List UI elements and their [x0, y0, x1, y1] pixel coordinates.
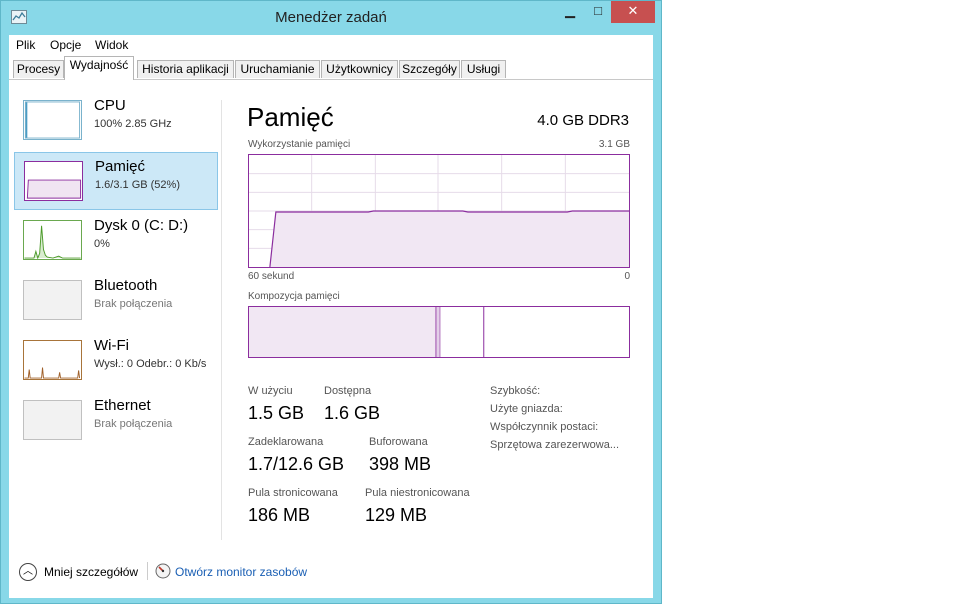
- form-factor-label: Współczynnik postaci:: [490, 421, 599, 433]
- sidebar-item-detail: 100% 2.85 GHz: [94, 118, 172, 130]
- sidebar-item-detail: Wysł.: 0 Odebr.: 0 Kb/s: [94, 358, 207, 370]
- composition-label: Kompozycja pamięci: [248, 291, 340, 302]
- tab-historia-aplikacji[interactable]: Historia aplikacji: [137, 60, 234, 78]
- sidebar-item-detail: 1.6/3.1 GB (52%): [95, 179, 180, 191]
- usage-graph-label: Wykorzystanie pamięci: [248, 139, 351, 150]
- committed-value: 1.7/12.6 GB: [248, 454, 345, 474]
- fewer-details-button[interactable]: Mniej szczegółów: [44, 565, 138, 579]
- maximize-button[interactable]: □: [585, 1, 611, 23]
- tab-wydajnosc[interactable]: Wydajność: [64, 56, 134, 80]
- sidebar-item-bluetooth[interactable]: Bluetooth Brak połączenia: [14, 272, 218, 330]
- sidebar-divider: [221, 100, 222, 540]
- available-label: Dostępna: [324, 385, 372, 397]
- cached-value: 398 MB: [369, 454, 432, 474]
- speed-label: Szybkość:: [490, 385, 541, 397]
- sidebar-item-memory[interactable]: Pamięć 1.6/3.1 GB (52%): [14, 152, 218, 210]
- cached-label: Buforowana: [369, 436, 428, 448]
- menu-widok[interactable]: Widok: [95, 38, 128, 52]
- time-axis-end: 0: [624, 271, 630, 282]
- available-value: 1.6 GB: [324, 403, 381, 423]
- paged-pool-value: 186 MB: [248, 505, 311, 525]
- tab-szczegoly[interactable]: Szczegóły: [399, 60, 460, 78]
- sidebar-item-ethernet[interactable]: Ethernet Brak połączenia: [14, 392, 218, 450]
- sidebar-item-label: Bluetooth: [94, 277, 158, 294]
- sidebar-item-detail: Brak połączenia: [94, 298, 173, 310]
- sidebar-item-label: CPU: [94, 97, 126, 114]
- usage-graph-max: 3.1 GB: [598, 139, 630, 150]
- ethernet-graph-icon: [23, 400, 82, 440]
- tab-procesy[interactable]: Procesy: [13, 60, 64, 78]
- bluetooth-graph-icon: [23, 280, 82, 320]
- resource-monitor-icon[interactable]: [155, 563, 171, 579]
- time-axis-start: 60 sekund: [248, 271, 295, 282]
- performance-content: CPU 100% 2.85 GHz Pamięć 1.6/3.1 GB (52%…: [9, 80, 653, 550]
- memory-usage-graph: [248, 154, 630, 268]
- hardware-reserved-label: Sprzętowa zarezerwowa...: [490, 439, 619, 451]
- memory-graph-icon: [24, 161, 83, 201]
- tab-uslugi[interactable]: Usługi: [461, 60, 506, 78]
- minimize-button[interactable]: ▁: [557, 1, 583, 23]
- chevron-up-icon[interactable]: ︿: [19, 563, 37, 581]
- slots-used-label: Użyte gniazda:: [490, 403, 563, 415]
- tab-uzytkownicy[interactable]: Użytkownicy: [321, 60, 398, 78]
- page-title: Pamięć: [247, 102, 334, 132]
- title-bar[interactable]: Menedżer zadań ▁ □ ✕: [1, 1, 661, 35]
- in-use-label: W użyciu: [248, 385, 293, 397]
- nonpaged-pool-value: 129 MB: [365, 505, 428, 525]
- tab-uruchamianie[interactable]: Uruchamianie: [235, 60, 320, 78]
- sidebar-item-wifi[interactable]: Wi-Fi Wysł.: 0 Odebr.: 0 Kb/s: [14, 332, 218, 390]
- committed-label: Zadeklarowana: [248, 436, 324, 448]
- memory-spec: 4.0 GB DDR3: [537, 112, 629, 129]
- wifi-graph-icon: [23, 340, 82, 380]
- sidebar-item-cpu[interactable]: CPU 100% 2.85 GHz: [14, 92, 218, 150]
- open-resource-monitor-link[interactable]: Otwórz monitor zasobów: [175, 565, 307, 579]
- task-manager-window: Menedżer zadań ▁ □ ✕ Plik Opcje Widok Pr…: [0, 0, 662, 604]
- sidebar-item-label: Pamięć: [95, 158, 146, 175]
- cpu-graph-icon: [23, 100, 82, 140]
- menu-plik[interactable]: Plik: [16, 38, 35, 52]
- paged-pool-label: Pula stronicowana: [248, 487, 338, 499]
- footer-divider: [147, 562, 148, 580]
- nonpaged-pool-label: Pula niestronicowana: [365, 487, 470, 499]
- in-use-value: 1.5 GB: [248, 403, 305, 423]
- footer-bar: ︿ Mniej szczegółów Otwórz monitor zasobó…: [9, 550, 653, 598]
- memory-composition-bar: [248, 306, 630, 358]
- sidebar-item-label: Ethernet: [94, 397, 151, 414]
- sidebar-item-detail: Brak połączenia: [94, 418, 173, 430]
- menu-bar: Plik Opcje Widok: [9, 35, 653, 55]
- sidebar-item-label: Wi-Fi: [94, 337, 129, 354]
- sidebar-item-disk[interactable]: Dysk 0 (C: D:) 0%: [14, 212, 218, 270]
- client-area: Plik Opcje Widok Procesy Wydajność Histo…: [9, 35, 653, 598]
- menu-opcje[interactable]: Opcje: [50, 38, 81, 52]
- disk-graph-icon: [23, 220, 82, 260]
- tab-bar: Procesy Wydajność Historia aplikacji Uru…: [9, 55, 653, 80]
- sidebar-item-label: Dysk 0 (C: D:): [94, 217, 189, 234]
- close-button[interactable]: ✕: [611, 1, 655, 23]
- sidebar-item-detail: 0%: [94, 238, 110, 250]
